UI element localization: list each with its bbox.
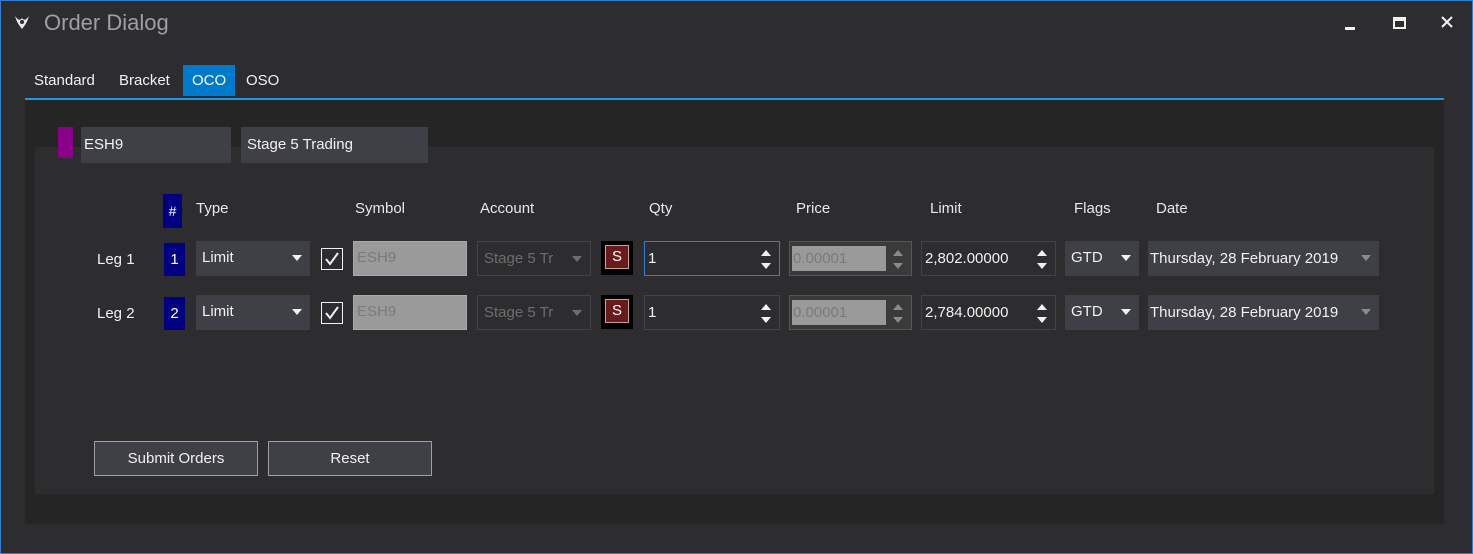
leg-label: Leg 2 <box>97 305 135 322</box>
submit-orders-button[interactable]: Submit Orders <box>94 441 258 476</box>
order-type-dropdown[interactable]: Limit <box>196 241 310 276</box>
account-dropdown[interactable]: Stage 5 Tr <box>477 295 591 330</box>
spin-up-icon[interactable] <box>893 250 903 256</box>
tab-standard[interactable]: Standard <box>25 65 104 96</box>
flags-value: GTD <box>1071 303 1103 320</box>
price-value: 0.00001 <box>793 250 848 267</box>
instrument-label: ESH9 <box>84 136 124 153</box>
tab-oso[interactable]: OSO <box>237 65 288 96</box>
spin-down-icon[interactable] <box>893 317 903 323</box>
app-logo-icon <box>13 13 31 31</box>
spin-down-icon[interactable] <box>893 263 903 269</box>
tab-oco[interactable]: OCO <box>183 65 236 96</box>
account-dropdown[interactable]: Stage 5 Tr <box>477 241 591 276</box>
chevron-down-icon <box>292 255 302 261</box>
checkmark-icon <box>325 252 339 266</box>
symbol-value: ESH9 <box>357 249 397 266</box>
chevron-down-icon <box>1361 309 1371 315</box>
date-header: Date <box>1156 200 1188 217</box>
order-type-value: Limit <box>202 249 234 266</box>
leg-label: Leg 1 <box>97 251 135 268</box>
limit-stepper[interactable]: 2,784.00000 <box>921 295 1056 330</box>
symbol-field[interactable]: ESH9 <box>353 295 467 330</box>
qty-stepper[interactable]: 1 <box>644 295 780 330</box>
limit-stepper[interactable]: 2,802.00000 <box>921 241 1056 276</box>
s-button[interactable]: S <box>601 241 633 275</box>
chevron-down-icon <box>1121 309 1131 315</box>
close-button[interactable] <box>1433 11 1461 35</box>
price-value: 0.00001 <box>793 304 848 321</box>
title-bar[interactable]: Order Dialog <box>1 1 1472 45</box>
qty-value: 1 <box>648 304 657 321</box>
order-type-dropdown[interactable]: Limit <box>196 295 310 330</box>
reset-button[interactable]: Reset <box>268 441 432 476</box>
symbol-value: ESH9 <box>357 303 397 320</box>
s-button-label: S <box>605 245 629 269</box>
maximize-button[interactable] <box>1385 11 1413 35</box>
spin-up-icon[interactable] <box>761 304 771 310</box>
date-picker[interactable]: Thursday, 28 February 2019 <box>1148 241 1379 276</box>
s-button[interactable]: S <box>601 295 633 329</box>
leg-number-badge: 2 <box>164 297 185 330</box>
flags-header: Flags <box>1074 200 1111 217</box>
leg-number-header: # <box>163 194 182 228</box>
limit-header: Limit <box>930 200 962 217</box>
spin-up-icon[interactable] <box>1037 250 1047 256</box>
minimize-button[interactable] <box>1336 11 1364 35</box>
chevron-down-icon <box>572 310 582 316</box>
price-stepper[interactable]: 0.00001 <box>789 295 912 330</box>
account-field[interactable]: Stage 5 Trading <box>241 127 428 163</box>
limit-value: 2,784.00000 <box>925 304 1009 321</box>
flags-dropdown[interactable]: GTD <box>1065 241 1139 276</box>
order-dialog-window: Order Dialog Standard Bracket OCO OSO ES… <box>0 0 1473 554</box>
limit-value: 2,802.00000 <box>925 250 1009 267</box>
symbol-header: Symbol <box>355 200 406 217</box>
spin-up-icon[interactable] <box>893 304 903 310</box>
instrument-color-swatch <box>58 127 73 158</box>
minimize-icon <box>1345 27 1355 30</box>
order-type-tabs: Standard Bracket OCO OSO <box>25 65 1444 100</box>
tab-bracket[interactable]: Bracket <box>110 65 179 96</box>
qty-value: 1 <box>648 250 657 267</box>
enable-leg-checkbox[interactable] <box>321 248 343 270</box>
price-header: Price <box>796 200 831 217</box>
instrument-field[interactable]: ESH9 <box>81 127 231 163</box>
window-title: Order Dialog <box>44 10 169 35</box>
flags-value: GTD <box>1071 249 1103 266</box>
spin-down-icon[interactable] <box>761 317 771 323</box>
enable-leg-checkbox[interactable] <box>321 302 343 324</box>
flags-dropdown[interactable]: GTD <box>1065 295 1139 330</box>
spin-up-icon[interactable] <box>761 250 771 256</box>
price-stepper[interactable]: 0.00001 <box>789 241 912 276</box>
account-value: Stage 5 Tr <box>484 250 554 267</box>
checkmark-icon <box>325 306 339 320</box>
symbol-field[interactable]: ESH9 <box>353 241 467 276</box>
qty-header: Qty <box>649 200 673 217</box>
spin-down-icon[interactable] <box>761 263 771 269</box>
chevron-down-icon <box>292 309 302 315</box>
type-header: Type <box>196 200 229 217</box>
spin-down-icon[interactable] <box>1037 317 1047 323</box>
account-header: Account <box>480 200 535 217</box>
account-value: Stage 5 Tr <box>484 304 554 321</box>
account-label: Stage 5 Trading <box>247 136 353 153</box>
date-value: Thursday, 28 February 2019 <box>1150 304 1339 321</box>
close-icon <box>1441 16 1453 28</box>
date-value: Thursday, 28 February 2019 <box>1150 250 1339 267</box>
qty-stepper[interactable]: 1 <box>644 241 780 276</box>
order-type-value: Limit <box>202 303 234 320</box>
chevron-down-icon <box>572 256 582 262</box>
chevron-down-icon <box>1361 255 1371 261</box>
spin-down-icon[interactable] <box>1037 263 1047 269</box>
date-picker[interactable]: Thursday, 28 February 2019 <box>1148 295 1379 330</box>
spin-up-icon[interactable] <box>1037 304 1047 310</box>
chevron-down-icon <box>1121 255 1131 261</box>
leg-number-badge: 1 <box>164 243 185 276</box>
s-button-label: S <box>605 299 629 323</box>
maximize-icon <box>1393 17 1406 29</box>
